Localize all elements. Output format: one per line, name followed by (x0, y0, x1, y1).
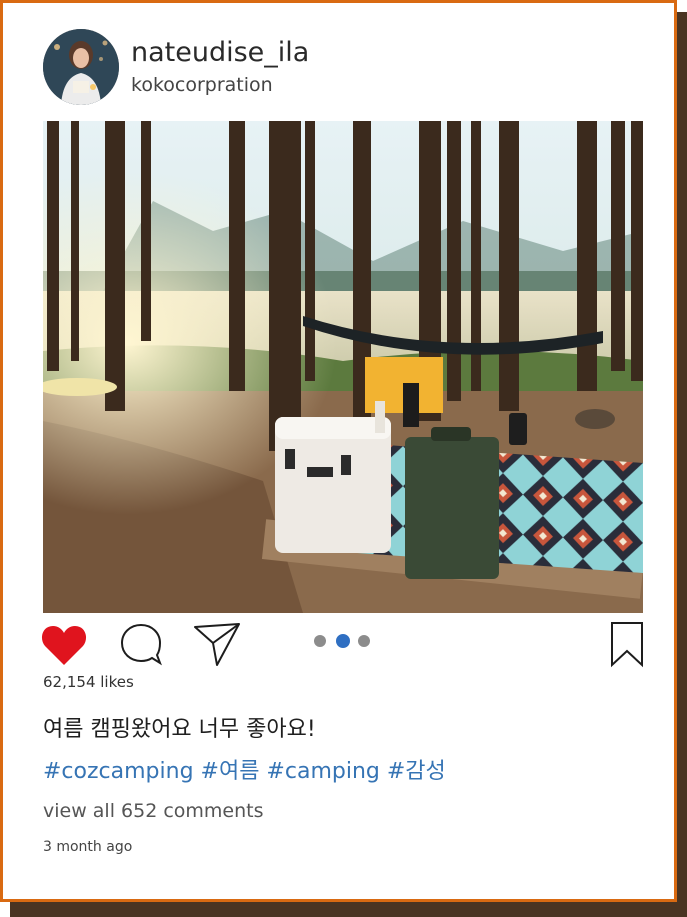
post-caption: 여름 캠핑왔어요 너무 좋아요! (43, 717, 316, 742)
account-subtitle: kokocorpration (131, 74, 273, 96)
heart-icon[interactable] (40, 623, 88, 667)
view-comments-link[interactable]: view all 652 comments (43, 800, 264, 822)
carousel-dot-2[interactable] (336, 634, 350, 648)
camping-photo (43, 121, 643, 613)
username[interactable]: nateudise_ila (131, 37, 309, 68)
carousel-dot-3[interactable] (358, 635, 370, 647)
post-timestamp: 3 month ago (43, 839, 133, 855)
carousel-dots (314, 634, 370, 648)
post-photo[interactable] (43, 121, 643, 613)
bookmark-icon[interactable] (609, 621, 645, 669)
comment-icon[interactable] (118, 621, 164, 667)
carousel-dot-1[interactable] (314, 635, 326, 647)
avatar[interactable] (43, 29, 119, 105)
avatar-image (43, 29, 119, 105)
action-bar (3, 621, 680, 669)
share-icon[interactable] (191, 621, 243, 667)
hashtags[interactable]: #cozcamping #여름 #camping #감성 (43, 753, 446, 785)
carousel-indicator (313, 633, 373, 648)
likes-count[interactable]: 62,154 likes (43, 673, 134, 691)
post-card: nateudise_ila kokocorpration 62,154 like… (0, 0, 677, 902)
